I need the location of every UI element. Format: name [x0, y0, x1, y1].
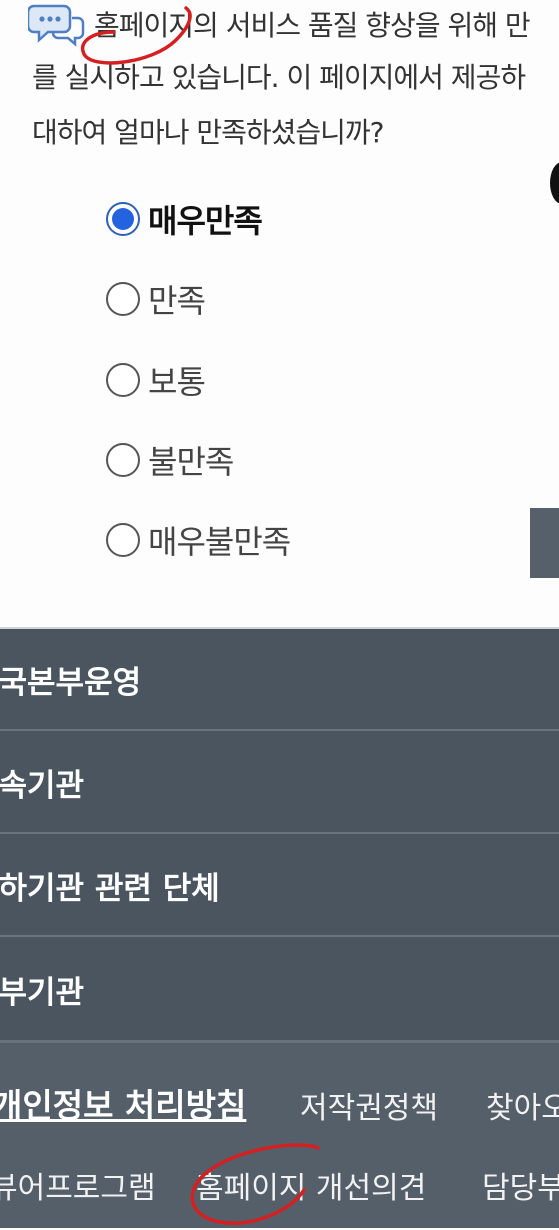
nav-item-government[interactable]: 정부기관: [0, 938, 559, 1040]
copyright-policy-link[interactable]: 저작권정책: [300, 1083, 438, 1127]
option-label: 불만족: [148, 443, 234, 481]
footer: 개인정보 처리방침 저작권정책 찾아오 뷰어프로그램 홈페이지 개선의견 담당부: [0, 1040, 559, 1228]
nav-item-label: 소속기관: [0, 767, 85, 804]
radio-button[interactable]: [106, 443, 140, 477]
nav-item-subsidiary[interactable]: 산하기관 관련 단체: [0, 835, 559, 937]
satisfaction-survey: 홈페이지의 서비스 품질 향상을 위해 만 를 실시하고 있습니다. 이 페이지…: [0, 0, 559, 627]
option-label: 매우만족: [148, 202, 263, 240]
option-label: 만족: [148, 282, 206, 320]
option-label: 보통: [148, 363, 206, 401]
survey-question-line: 대하여 얼마나 만족하셨습니까?: [32, 116, 385, 149]
chat-bubble-icon: [28, 4, 85, 47]
option-very-satisfied[interactable]: 매우만족: [106, 197, 263, 241]
radio-button[interactable]: [106, 202, 140, 236]
option-neutral[interactable]: 보통: [106, 358, 206, 402]
nav-item-label: 산하기관 관련 단체: [0, 870, 220, 907]
survey-question-line: 를 실시하고 있습니다. 이 페이지에서 제공하: [32, 61, 526, 94]
radio-button[interactable]: [106, 523, 140, 557]
directions-link[interactable]: 찾아오: [486, 1083, 559, 1127]
privacy-policy-link[interactable]: 개인정보 처리방침: [0, 1079, 246, 1127]
option-label: 매우불만족: [148, 523, 291, 561]
option-dissatisfied[interactable]: 불만족: [106, 438, 234, 482]
submit-button[interactable]: [530, 508, 559, 578]
radio-button[interactable]: [106, 282, 140, 316]
nav-item-label: 실국본부운영: [0, 664, 142, 701]
nav-item-affiliated[interactable]: 소속기관: [0, 732, 559, 834]
option-satisfied[interactable]: 만족: [106, 277, 206, 321]
edge-indicator: [550, 162, 559, 204]
viewer-program-link[interactable]: 뷰어프로그램: [0, 1163, 156, 1207]
homepage-feedback-link[interactable]: 홈페이지 개선의견: [196, 1163, 426, 1207]
survey-question-line: 홈페이지의 서비스 품질 향상을 위해 만: [94, 9, 531, 42]
nav-item-label: 정부기관: [0, 974, 85, 1011]
nav-item-bureau[interactable]: 실국본부운영: [0, 629, 559, 731]
option-very-dissatisfied[interactable]: 매우불만족: [106, 518, 291, 562]
staff-link[interactable]: 담당부: [482, 1163, 559, 1207]
site-nav-menu: 실국본부운영 소속기관 산하기관 관련 단체 정부기관: [0, 627, 559, 1042]
radio-button[interactable]: [106, 363, 140, 397]
